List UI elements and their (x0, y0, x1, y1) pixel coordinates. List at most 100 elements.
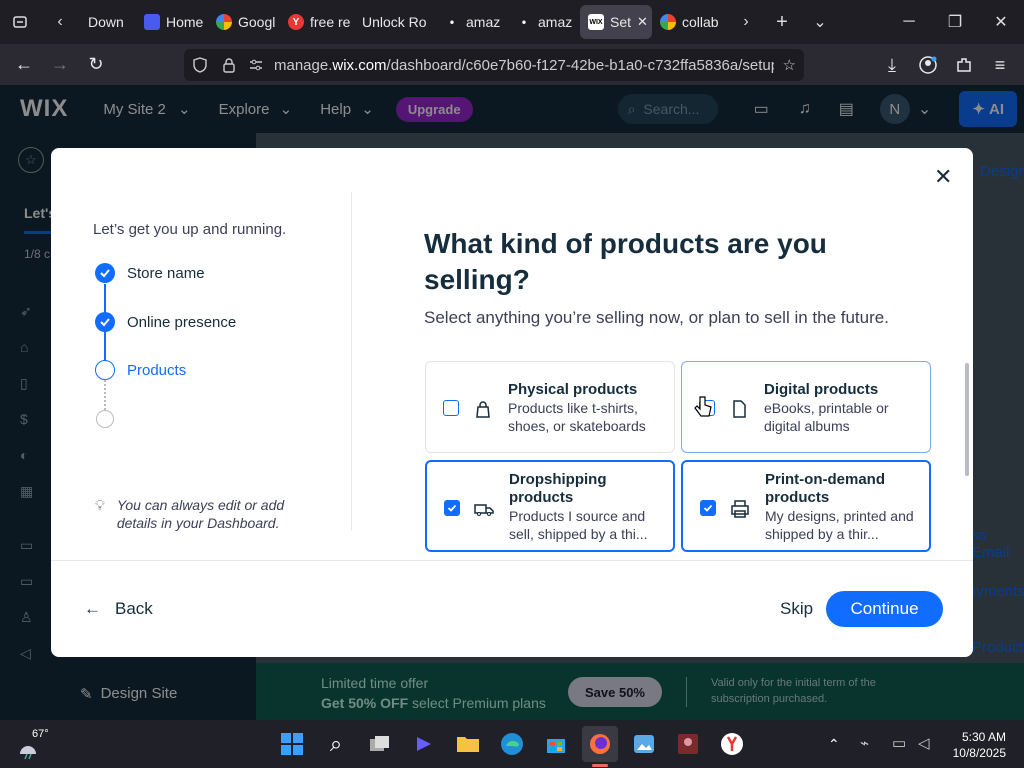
product-setup-modal: ✕ Let’s get you up and running. Store na… (51, 148, 973, 657)
yandex-favicon-icon: Y (288, 14, 304, 30)
clock[interactable]: 5:30 AM 10/8/2025 (946, 729, 1006, 761)
site-permissions-icon[interactable] (248, 57, 268, 73)
back-icon[interactable]: ← (6, 47, 42, 83)
lock-icon[interactable] (222, 57, 240, 73)
network-offline-icon[interactable]: ⌁ (860, 734, 869, 752)
tab-label: Home (166, 14, 204, 30)
option-desc: Products I source and sell, shipped by a… (509, 508, 648, 542)
list-all-tabs-icon[interactable]: ⌄ (800, 0, 840, 44)
url-domain: wix.com (332, 56, 387, 74)
media-app-icon[interactable] (670, 726, 706, 762)
photos-app-icon[interactable] (626, 726, 662, 762)
tab-label: free re (310, 14, 351, 30)
checkmark-icon (95, 263, 115, 283)
url-path: /dashboard/c60e7b60-f127-42be-b1a0-c732f… (386, 56, 774, 74)
setup-intro: Let’s get you up and running. (93, 221, 287, 238)
close-tab-icon[interactable]: ✕ (637, 14, 648, 30)
step-store-name[interactable]: Store name (95, 263, 205, 283)
printer-icon (729, 498, 751, 520)
tab-amazon-2[interactable]: • amaz (508, 5, 580, 39)
new-tab-icon[interactable]: + (764, 0, 800, 44)
url-text: manage.wix.com/dashboard/c60e7b60-f127-4… (274, 57, 774, 74)
current-step-circle-icon (95, 360, 115, 380)
step-online-presence[interactable]: Online presence (95, 312, 236, 332)
tab-scroll-right-icon[interactable]: › (728, 0, 764, 44)
home-favicon-icon (144, 14, 160, 30)
tray-chevron-up-icon[interactable]: ⌃ (828, 736, 840, 753)
maximize-icon[interactable]: ❐ (932, 0, 978, 44)
close-icon[interactable]: ✕ (934, 164, 952, 190)
windows-taskbar: 67° ⌕ ⌃ ⌁ ▭ ◁ 5:30 AM 10/8/2025 (0, 720, 1024, 768)
display-icon[interactable]: ▭ (892, 734, 906, 752)
tab-unlock[interactable]: Unlock Ro (354, 5, 436, 39)
skip-button[interactable]: Skip (780, 599, 813, 619)
step-next (95, 410, 126, 428)
menu-icon[interactable]: ≡ (982, 47, 1018, 83)
option-digital-products[interactable]: Digital products eBooks, printable or di… (681, 361, 931, 453)
google-favicon-icon (216, 14, 232, 30)
reload-icon[interactable]: ↻ (78, 47, 114, 83)
pending-step-circle-icon (96, 410, 114, 428)
step-products[interactable]: Products (95, 360, 186, 380)
account-icon[interactable] (910, 47, 946, 83)
file-explorer-icon[interactable] (450, 726, 486, 762)
option-physical-products[interactable]: Physical products Products like t-shirts… (425, 361, 675, 453)
tab-wix-setup[interactable]: WIX Set ✕ (580, 5, 652, 39)
windows-start-icon[interactable] (274, 726, 310, 762)
google-favicon-icon (660, 14, 676, 30)
step-label: Online presence (127, 313, 237, 331)
tab-home[interactable]: Home (136, 5, 208, 39)
tab-downloads[interactable]: Down (80, 5, 136, 39)
downloads-icon[interactable]: ⤓ (874, 47, 910, 83)
amazon-favicon-icon: • (449, 15, 455, 29)
option-desc: Products like t-shirts, shoes, or skateb… (508, 400, 646, 434)
option-print-on-demand-products[interactable]: Print-on-demand products My designs, pri… (681, 460, 931, 552)
edge-icon[interactable] (494, 726, 530, 762)
physical-checkbox[interactable] (443, 400, 459, 416)
yandex-browser-icon[interactable] (714, 726, 750, 762)
tab-google[interactable]: Googl (208, 5, 280, 39)
dropshipping-checkbox[interactable] (444, 500, 460, 516)
tab-label: amaz (466, 14, 501, 30)
option-title: Digital products (764, 381, 879, 398)
url-domain-prefix: manage. (274, 56, 333, 74)
option-title: Dropshipping products (509, 471, 607, 506)
bookmark-star-icon[interactable]: ☆ (783, 56, 796, 74)
clock-time: 5:30 AM (961, 730, 1006, 744)
truck-icon (473, 498, 495, 520)
option-dropshipping-products[interactable]: Dropshipping products Products I source … (425, 460, 675, 552)
options-scrollbar[interactable] (965, 363, 969, 476)
back-button[interactable]: ← Back (84, 599, 153, 619)
option-desc: My designs, printed and shipped by a thi… (765, 508, 914, 542)
copilot-icon[interactable] (406, 726, 442, 762)
tab-collab[interactable]: collab (652, 5, 728, 39)
extensions-icon[interactable] (946, 47, 982, 83)
forward-icon[interactable]: → (42, 47, 78, 83)
tab-scroll-left-icon[interactable]: ‹ (40, 0, 80, 44)
step-label: Store name (127, 264, 205, 282)
task-view-icon[interactable] (362, 726, 398, 762)
modal-subtitle: Select anything you’re selling now, or p… (424, 308, 889, 327)
document-icon (728, 398, 750, 420)
url-bar[interactable]: manage.wix.com/dashboard/c60e7b60-f127-4… (184, 49, 804, 81)
volume-muted-icon[interactable]: ◁ (918, 734, 930, 752)
close-window-icon[interactable]: ✕ (978, 0, 1024, 44)
arrow-left-icon: ← (84, 599, 101, 618)
browser-nav-bar: ← → ↻ manage.wix.com/dashboard/c60e7b60-… (0, 44, 1024, 85)
shopping-bag-icon (472, 398, 494, 420)
continue-button[interactable]: Continue (826, 591, 943, 627)
minimize-icon[interactable]: ─ (886, 0, 932, 44)
firefox-icon[interactable] (582, 726, 618, 762)
tab-list-icon[interactable] (0, 0, 40, 44)
store-icon[interactable] (538, 726, 574, 762)
footer-divider (51, 560, 973, 561)
tab-label: Set (610, 14, 632, 30)
shield-icon[interactable] (192, 57, 212, 73)
tab-free[interactable]: Y free re (280, 5, 354, 39)
lightbulb-icon: 💡︎ (95, 497, 105, 513)
tab-label: collab (682, 14, 719, 30)
search-icon[interactable]: ⌕ (318, 726, 354, 762)
option-desc: eBooks, printable or digital albums (764, 400, 889, 434)
tab-amazon-1[interactable]: • amaz (436, 5, 508, 39)
print-on-demand-checkbox[interactable] (700, 500, 716, 516)
